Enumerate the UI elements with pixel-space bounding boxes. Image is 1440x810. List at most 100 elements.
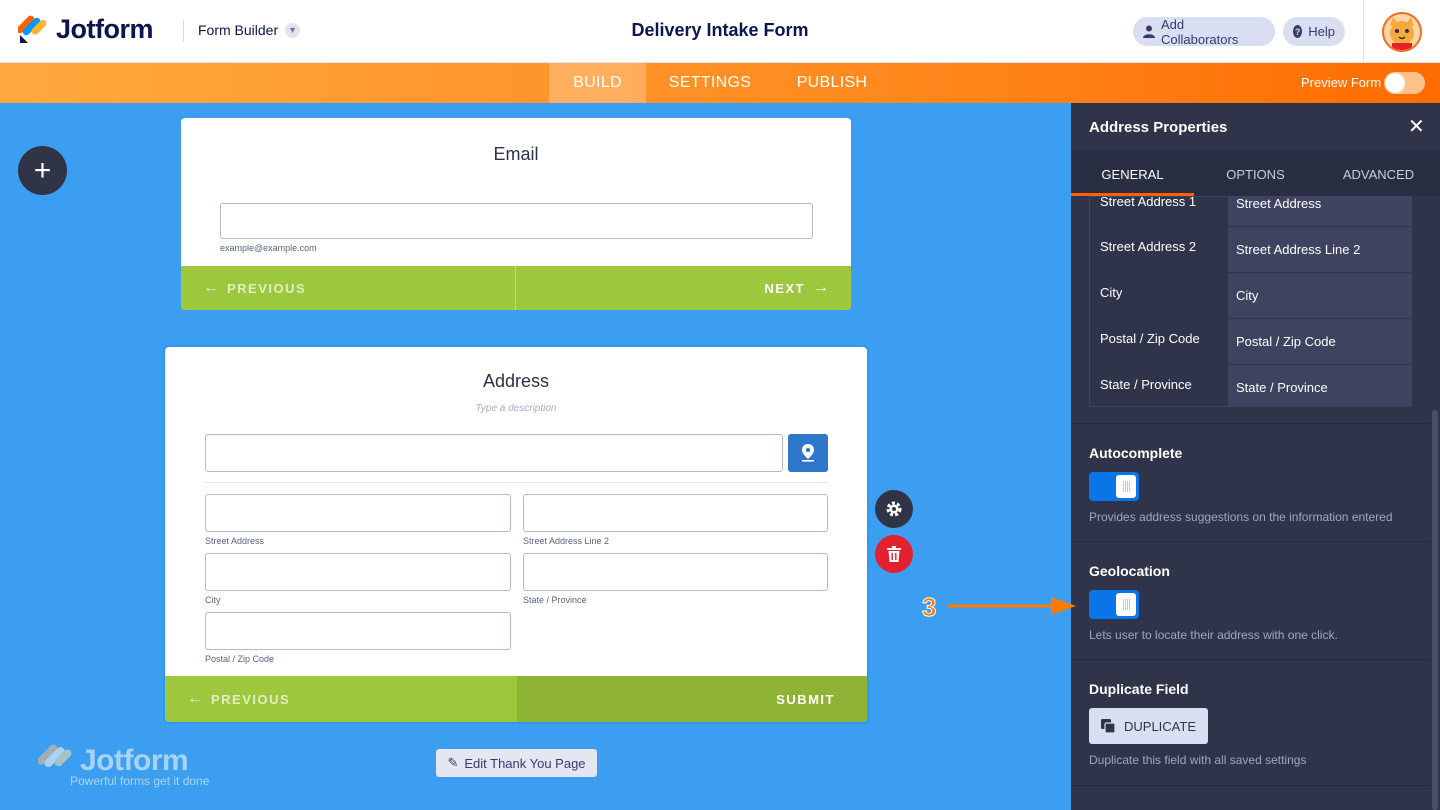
- top-header: Jotform Form Builder ▼ Delivery Intake F…: [0, 0, 1440, 63]
- submit-button[interactable]: SUBMIT: [776, 676, 835, 722]
- sublabel-value-input[interactable]: Street Address: [1228, 197, 1411, 226]
- gear-icon: [886, 501, 902, 517]
- toggle-knob: [1385, 73, 1405, 93]
- next-button[interactable]: NEXT →: [764, 266, 829, 310]
- postal-zip-input[interactable]: [205, 612, 511, 650]
- address-card-footer: ← PREVIOUS SUBMIT: [165, 676, 867, 722]
- cat-avatar-icon: [1390, 17, 1414, 50]
- footer-divider: [515, 266, 516, 310]
- question-icon: ?: [1293, 25, 1303, 38]
- tab-build[interactable]: BUILD: [549, 63, 646, 103]
- previous-label: PREVIOUS: [227, 280, 307, 296]
- email-form-card[interactable]: Email example@example.com ← PREVIOUS NEX…: [181, 118, 851, 310]
- form-builder-dropdown[interactable]: Form Builder ▼: [198, 22, 301, 38]
- arrow-left-icon: ←: [203, 279, 219, 296]
- autocomplete-description: Provides address suggestions on the info…: [1089, 510, 1393, 524]
- sublabel-field-name: State / Province: [1100, 377, 1192, 392]
- autocomplete-toggle[interactable]: [1089, 472, 1139, 501]
- tab-settings[interactable]: SETTINGS: [660, 63, 760, 103]
- address-properties-panel: Address Properties ✕ GENERAL OPTIONS ADV…: [1071, 103, 1440, 810]
- next-label: NEXT: [764, 280, 805, 296]
- sublabel-value-input[interactable]: Postal / Zip Code: [1228, 319, 1411, 364]
- geolocation-toggle[interactable]: [1089, 590, 1139, 619]
- sublabel-row: State / Province State / Province: [1090, 365, 1411, 406]
- copy-icon: [1101, 718, 1116, 734]
- sublabel-value-input[interactable]: Street Address Line 2: [1228, 227, 1411, 272]
- panel-scrollbar[interactable]: [1432, 410, 1438, 810]
- geolocation-title: Geolocation: [1089, 563, 1170, 579]
- jotform-logo-icon: [37, 744, 72, 768]
- geolocation-description: Lets user to locate their address with o…: [1089, 628, 1338, 642]
- tab-publish[interactable]: PUBLISH: [790, 63, 874, 103]
- step-number-annotation: 3: [921, 592, 937, 623]
- email-input[interactable]: [220, 203, 813, 239]
- avatar[interactable]: [1382, 12, 1422, 52]
- email-sublabel[interactable]: example@example.com: [220, 243, 317, 253]
- duplicate-button[interactable]: DUPLICATE: [1089, 708, 1208, 744]
- preview-form-toggle[interactable]: [1384, 72, 1425, 94]
- watermark-tagline: Powerful forms get it done: [70, 774, 210, 788]
- tab-options[interactable]: OPTIONS: [1194, 151, 1317, 196]
- autocomplete-title: Autocomplete: [1089, 445, 1183, 461]
- jotform-watermark: Jotform Powerful forms get it done: [37, 744, 209, 788]
- address-search-input[interactable]: [205, 434, 783, 472]
- street-address-input[interactable]: [205, 494, 511, 532]
- map-pin-icon: [802, 444, 814, 462]
- sublabels-table: Street Address 1 Street Address Street A…: [1089, 196, 1412, 407]
- section-divider: [1071, 541, 1431, 542]
- panel-title: Address Properties: [1089, 119, 1228, 136]
- address-description[interactable]: Type a description: [165, 403, 867, 414]
- add-element-button[interactable]: +: [18, 146, 67, 195]
- city-input[interactable]: [205, 553, 511, 591]
- jotform-logo[interactable]: Jotform: [18, 14, 154, 45]
- postal-zip-sublabel[interactable]: Postal / Zip Code: [205, 654, 274, 664]
- field-properties-button[interactable]: [875, 490, 913, 528]
- toggle-knob: [1116, 475, 1136, 498]
- form-builder-label: Form Builder: [198, 22, 279, 38]
- sublabel-value-input[interactable]: State / Province: [1228, 365, 1411, 406]
- previous-button[interactable]: ← PREVIOUS: [187, 676, 290, 722]
- panel-tabs: GENERAL OPTIONS ADVANCED: [1071, 151, 1440, 196]
- sublabel-value-input[interactable]: City: [1228, 273, 1411, 318]
- duplicate-label: DUPLICATE: [1124, 718, 1196, 734]
- trash-icon: [887, 546, 901, 562]
- state-province-sublabel[interactable]: State / Province: [523, 595, 587, 605]
- builder-nav-bar: BUILD SETTINGS PUBLISH Preview Form: [0, 63, 1440, 103]
- address-form-card[interactable]: Address Type a description Street Addres…: [163, 345, 869, 724]
- edit-thank-you-page-button[interactable]: ✎ Edit Thank You Page: [436, 749, 597, 777]
- arrow-left-icon: ←: [187, 690, 203, 707]
- tab-advanced[interactable]: ADVANCED: [1317, 151, 1440, 196]
- duplicate-field-title: Duplicate Field: [1089, 681, 1189, 697]
- header-divider-right: [1363, 0, 1364, 63]
- add-collaborators-button[interactable]: Add Collaborators: [1133, 17, 1275, 47]
- sublabel-field-name: Postal / Zip Code: [1100, 331, 1200, 346]
- city-sublabel[interactable]: City: [205, 595, 221, 605]
- street-address-line2-sublabel[interactable]: Street Address Line 2: [523, 536, 609, 546]
- arrow-right-icon: →: [813, 279, 829, 296]
- geolocation-button[interactable]: [788, 434, 828, 472]
- delete-field-button[interactable]: [875, 535, 913, 573]
- address-question-title[interactable]: Address: [165, 371, 867, 392]
- chevron-down-icon: ▼: [285, 22, 301, 38]
- duplicate-description: Duplicate this field with all saved sett…: [1089, 753, 1307, 767]
- close-icon[interactable]: ✕: [1408, 117, 1425, 137]
- email-question-title[interactable]: Email: [181, 144, 851, 165]
- previous-button[interactable]: ← PREVIOUS: [203, 266, 306, 310]
- email-card-footer: ← PREVIOUS NEXT →: [181, 266, 851, 310]
- address-divider: [205, 482, 828, 483]
- edit-thank-you-label: Edit Thank You Page: [464, 755, 586, 771]
- sublabel-field-name: Street Address 2: [1100, 239, 1197, 254]
- jotform-logo-icon: [18, 15, 46, 43]
- state-province-input[interactable]: [523, 553, 828, 591]
- help-button[interactable]: ? Help: [1283, 17, 1345, 46]
- pencil-icon: ✎: [447, 755, 459, 770]
- street-address-sublabel[interactable]: Street Address: [205, 536, 264, 546]
- sublabel-field-name: City: [1100, 285, 1123, 300]
- street-address-line2-input[interactable]: [523, 494, 828, 532]
- panel-header: Address Properties ✕: [1071, 103, 1440, 151]
- sublabel-row: Postal / Zip Code Postal / Zip Code: [1090, 319, 1411, 365]
- preview-form-label: Preview Form: [1301, 75, 1382, 90]
- tab-general[interactable]: GENERAL: [1071, 151, 1194, 196]
- section-divider: [1071, 659, 1431, 660]
- help-label: Help: [1308, 24, 1335, 39]
